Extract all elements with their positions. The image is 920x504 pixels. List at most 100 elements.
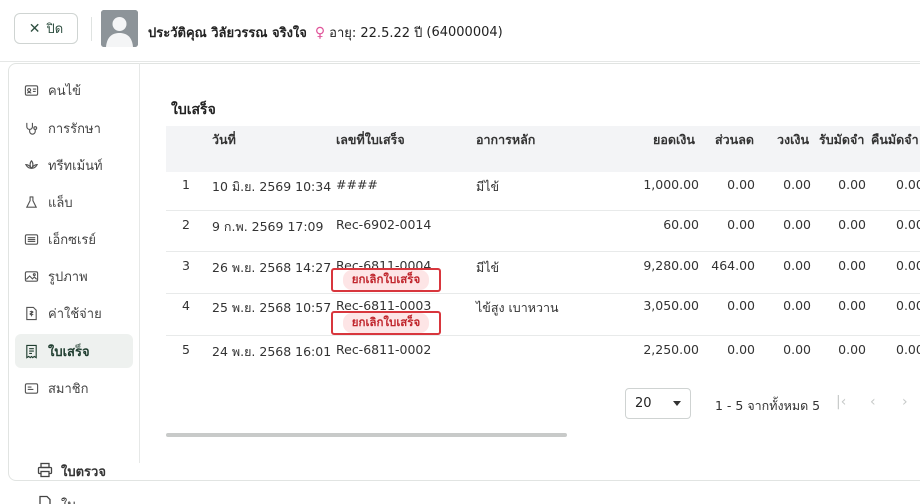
cancelled-badge: ยกเลิกใบเสร็จ (342, 313, 430, 333)
patient-age: อายุ: 22.5.22 ปี (329, 26, 423, 41)
sidebar-item-label: สมาชิก (48, 381, 89, 397)
cell-credit: 0.00 (783, 258, 811, 273)
sidebar-item-treatment[interactable]: การรักษา (15, 111, 133, 145)
row-divider (166, 293, 920, 294)
cell-deposit-out: 0.00 (896, 298, 920, 313)
column-header-deposit-out[interactable]: คืนมัดจำ (871, 130, 919, 150)
cell-discount: 0.00 (727, 177, 755, 192)
cell-symptom: ไข้สูง เบาหวาน (476, 300, 559, 315)
column-header-date[interactable]: วันที่ (212, 130, 236, 150)
sidebar-item-label: รูปภาพ (48, 269, 88, 285)
sidebar-item-lab[interactable]: แล็บ (15, 185, 133, 219)
print-exam-button[interactable]: ใบตรวจ (37, 461, 106, 482)
cell-discount: 0.00 (727, 298, 755, 313)
horizontal-scrollbar[interactable] (166, 433, 567, 437)
sidebar-item-members[interactable]: สมาชิก (15, 371, 133, 405)
cell-credit: 0.00 (783, 217, 811, 232)
cell-deposit-in: 0.00 (838, 298, 866, 313)
cell-date: 9 ก.พ. 2569 17:09 (212, 219, 324, 234)
sidebar-item-label: แล็บ (48, 195, 73, 211)
cell-deposit-in: 0.00 (838, 342, 866, 357)
column-header-credit[interactable]: วงเงิน (777, 130, 809, 150)
lotus-icon (24, 158, 39, 173)
column-header-discount[interactable]: ส่วนลด (715, 130, 754, 150)
close-icon: ✕ (28, 20, 41, 37)
first-page-icon[interactable]: |‹ (836, 394, 846, 410)
caret-down-icon (673, 401, 681, 406)
divider (91, 17, 92, 41)
cell-credit: 0.00 (783, 298, 811, 313)
cell-deposit-out: 0.00 (896, 177, 920, 192)
member-card-icon (24, 381, 39, 396)
cell-receipt-no[interactable]: #### (336, 177, 378, 192)
cell-amount: 3,050.00 (643, 298, 699, 313)
print-exam-label: ใบตรวจ (61, 465, 106, 480)
cell-deposit-in: 0.00 (838, 177, 866, 192)
cell-deposit-out: 0.00 (896, 258, 920, 273)
cell-receipt-no[interactable]: Rec-6811-0002 (336, 342, 431, 357)
column-header-receipt-no[interactable]: เลขที่ใบเสร็จ (336, 130, 405, 150)
cancelled-badge-highlight: ยกเลิกใบเสร็จ (331, 311, 441, 335)
column-header-symptom[interactable]: อาการหลัก (476, 130, 535, 150)
close-button[interactable]: ✕ ปิด (14, 13, 78, 44)
page-size-select[interactable]: 20 (625, 388, 691, 419)
close-label: ปิด (46, 22, 64, 37)
patient-name: ประวัติคุณ วิลัยวรรณ จริงใจ (148, 26, 307, 41)
sidebar-item-label: คนไข้ (48, 83, 82, 99)
row-divider (166, 210, 920, 211)
cell-deposit-out: 0.00 (896, 217, 920, 232)
previous-page-icon[interactable]: ‹ (870, 394, 876, 410)
female-icon: ♀ (314, 24, 326, 41)
patient-info: ประวัติคุณ วิลัยวรรณ จริงใจ ♀ อายุ: 22.5… (148, 22, 503, 43)
top-bar: ✕ ปิด ประวัติคุณ วิลัยวรรณ จริงใจ ♀ อายุ… (0, 0, 920, 62)
id-card-icon (24, 83, 39, 98)
sidebar-item-label: การรักษา (48, 121, 101, 137)
sidebar-item-label: ค่าใช้จ่าย (48, 306, 102, 322)
row-number: 3 (182, 258, 190, 273)
next-page-icon[interactable]: › (902, 394, 908, 410)
document-icon (37, 495, 53, 504)
cell-amount: 1,000.00 (643, 177, 699, 192)
cell-symptom: มีไข้ (476, 260, 500, 275)
cell-deposit-in: 0.00 (838, 258, 866, 273)
cell-date: 25 พ.ย. 2568 10:57 (212, 300, 332, 315)
cell-amount: 9,280.00 (643, 258, 699, 273)
sidebar-item-label: เอ็กซเรย์ (48, 232, 96, 248)
sidebar-item-xray[interactable]: เอ็กซเรย์ (15, 222, 133, 256)
page-size-value: 20 (635, 396, 652, 411)
cell-deposit-in: 0.00 (838, 217, 866, 232)
sidebar-item-expenses[interactable]: ค่าใช้จ่าย (15, 296, 133, 330)
cell-deposit-out: 0.00 (896, 342, 920, 357)
row-divider (166, 251, 920, 252)
cell-receipt-no[interactable]: Rec-6902-0014 (336, 217, 431, 232)
sidebar-item-images[interactable]: รูปภาพ (15, 259, 133, 293)
bill-icon (24, 306, 39, 321)
column-header-deposit-in[interactable]: รับมัดจำ (819, 130, 864, 150)
receipt-icon (24, 344, 39, 359)
sidebar-item-label: ทรีทเม้นท์ (48, 158, 103, 174)
patient-hn: (64000004) (426, 25, 503, 40)
sidebar-item-label: ใบเสร็จ (48, 344, 90, 360)
row-number: 2 (182, 217, 190, 232)
xray-icon (24, 232, 39, 247)
row-number: 1 (182, 177, 190, 192)
avatar (101, 10, 138, 47)
cell-date: 10 มิ.ย. 2569 10:34 (212, 179, 332, 194)
print-button-2[interactable]: ใบ... (37, 494, 88, 504)
print2-label: ใบ... (61, 494, 88, 504)
printer-icon (37, 462, 53, 482)
stethoscope-icon (24, 121, 39, 136)
flask-icon (24, 195, 39, 210)
sidebar-item-receipts[interactable]: ใบเสร็จ (15, 334, 133, 368)
cell-discount: 464.00 (711, 258, 755, 273)
cell-symptom: มีไข้ (476, 179, 500, 194)
pagination-info: 1 - 5 จากทั้งหมด 5 (715, 398, 821, 413)
cell-discount: 0.00 (727, 342, 755, 357)
cell-amount: 2,250.00 (643, 342, 699, 357)
sidebar-item-patient[interactable]: คนไข้ (15, 73, 133, 107)
column-header-amount[interactable]: ยอดเงิน (653, 130, 695, 150)
sidebar-item-treatments[interactable]: ทรีทเม้นท์ (15, 148, 133, 182)
image-icon (24, 269, 39, 284)
page-title: ใบเสร็จ (171, 102, 216, 118)
row-number: 5 (182, 342, 190, 357)
